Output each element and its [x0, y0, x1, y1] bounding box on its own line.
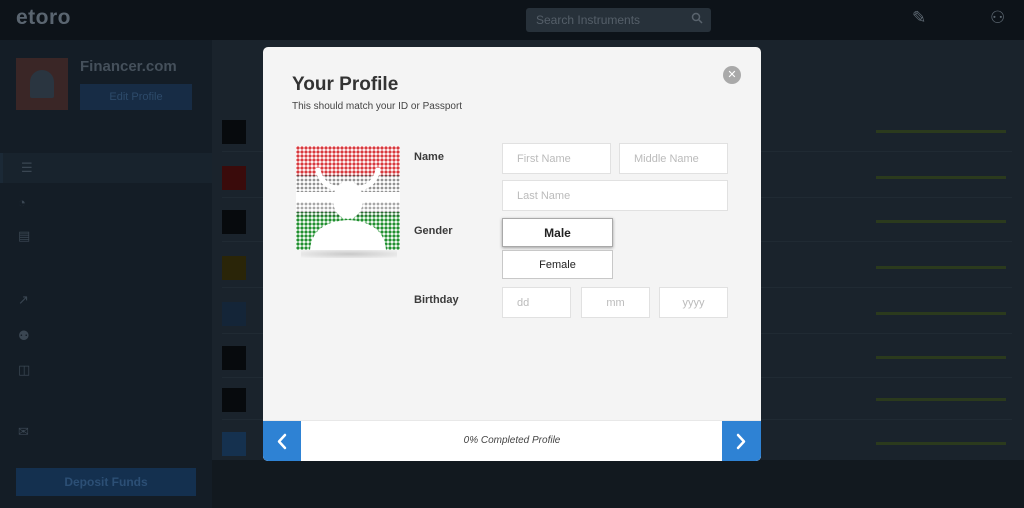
notifications-icon[interactable]: ⚇ [990, 8, 1005, 28]
copy-portfolio-icon: ◫ [18, 362, 31, 377]
news-feed-icon: ▤ [18, 228, 31, 243]
gender-option-male[interactable]: Male [502, 218, 613, 247]
birthday-month-field[interactable] [581, 287, 650, 318]
sidebar-item-news-feed[interactable]: ▤ [18, 226, 36, 246]
chevron-right-icon [736, 433, 746, 450]
modal-title: Your Profile [292, 74, 399, 95]
first-name-field[interactable] [502, 143, 611, 174]
birthday-label: Birthday [414, 294, 459, 306]
profile-picture-shadow [301, 250, 397, 258]
birthday-year-field[interactable] [659, 287, 728, 318]
name-label: Name [414, 151, 444, 163]
gender-label: Gender [414, 225, 453, 237]
pencil-icon[interactable]: ✎ [912, 8, 926, 28]
watchlist-icon: ☰ [21, 160, 33, 175]
next-button[interactable] [722, 421, 761, 461]
gender-option-female[interactable]: Female [502, 250, 613, 279]
search-icon [691, 12, 703, 27]
search-placeholder: Search Instruments [536, 13, 641, 27]
top-bar: etoro Search Instruments ✎ ⚇ [0, 0, 1024, 40]
sidebar-user-name[interactable]: Financer.com [80, 58, 177, 75]
deposit-funds-button[interactable]: Deposit Funds [16, 468, 196, 496]
sidebar-item-copy-people[interactable]: ⚉ [18, 326, 36, 346]
profile-modal: Your Profile This should match your ID o… [263, 47, 761, 461]
sidebar-avatar[interactable] [16, 58, 68, 110]
sidebar-item-portfolio[interactable]: ◔ [18, 192, 36, 212]
etoro-logo: etoro [16, 6, 71, 29]
sidebar-item-copy-portfolios[interactable]: ◫ [18, 360, 36, 380]
invite-icon: ✉ [18, 424, 29, 439]
close-icon[interactable]: ✕ [723, 66, 741, 84]
edit-profile-button[interactable]: Edit Profile [80, 84, 192, 110]
sidebar-item-watchlist[interactable]: ☰ [0, 153, 212, 183]
people-icon: ⚉ [18, 328, 30, 343]
birthday-day-field[interactable] [502, 287, 571, 318]
modal-subtitle: This should match your ID or Passport [292, 101, 463, 112]
profile-progress-text: 0% Completed Profile [463, 435, 561, 446]
search-input[interactable]: Search Instruments [526, 8, 711, 32]
sidebar-item-invite-friends[interactable]: ✉ [18, 422, 36, 442]
portfolio-icon: ◔ [18, 194, 26, 210]
last-name-field[interactable] [502, 180, 728, 211]
account-summary-bar [212, 460, 1024, 508]
profile-picture-placeholder[interactable] [296, 146, 400, 250]
modal-footer: 0% Completed Profile [263, 420, 761, 461]
middle-name-field[interactable] [619, 143, 728, 174]
markets-icon: ↗ [18, 292, 29, 307]
sidebar-item-trade-markets[interactable]: ↗ [18, 290, 36, 310]
